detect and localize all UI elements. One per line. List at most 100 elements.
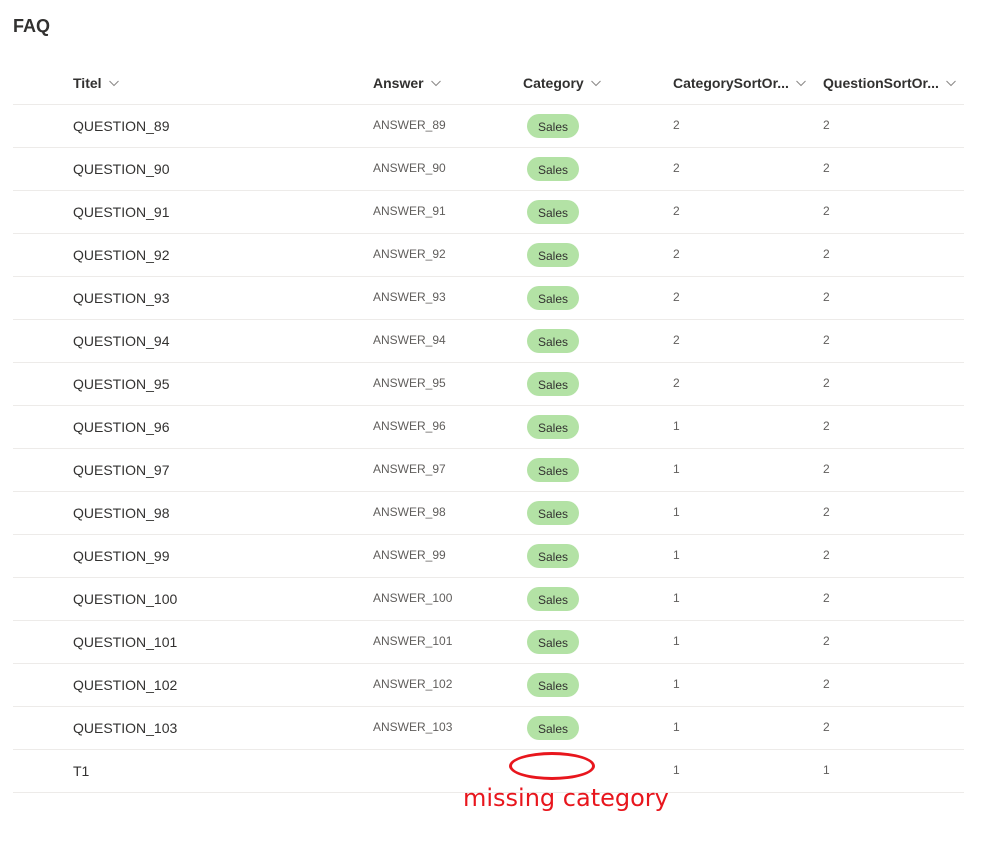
table-row[interactable]: QUESTION_89 ANSWER_89 Sales 2 2: [13, 105, 964, 148]
row-answer: ANSWER_99: [373, 548, 446, 562]
row-answer: ANSWER_94: [373, 333, 446, 347]
category-pill: Sales: [527, 716, 580, 740]
row-title[interactable]: QUESTION_101: [73, 621, 363, 663]
category-pill: Sales: [527, 544, 580, 568]
category-pill: Sales: [527, 243, 580, 267]
row-question-sort-order: 2: [823, 204, 830, 218]
row-answer: ANSWER_97: [373, 462, 446, 476]
row-title[interactable]: QUESTION_102: [73, 664, 363, 706]
table-row[interactable]: QUESTION_101 ANSWER_101 Sales 1 2: [13, 621, 964, 664]
row-answer: ANSWER_89: [373, 118, 446, 132]
column-header-label: Category: [523, 75, 584, 91]
row-category-sort-order: 2: [673, 290, 680, 304]
row-category-sort-order: 1: [673, 419, 680, 433]
column-header-question-sort-order[interactable]: QuestionSortOr...: [823, 62, 964, 104]
row-category: Sales: [523, 234, 663, 276]
row-category: Sales: [523, 105, 663, 147]
row-category: Sales: [523, 535, 663, 577]
row-title[interactable]: QUESTION_90: [73, 148, 363, 190]
table-row[interactable]: QUESTION_91 ANSWER_91 Sales 2 2: [13, 191, 964, 234]
category-pill: Sales: [527, 200, 580, 224]
row-title[interactable]: QUESTION_95: [73, 363, 363, 405]
row-question-sort-order: 2: [823, 290, 830, 304]
row-category-sort-order: 1: [673, 462, 680, 476]
row-answer: ANSWER_102: [373, 677, 453, 691]
table-row[interactable]: QUESTION_100 ANSWER_100 Sales 1 2: [13, 578, 964, 621]
table-row[interactable]: QUESTION_94 ANSWER_94 Sales 2 2: [13, 320, 964, 363]
row-answer: ANSWER_91: [373, 204, 446, 218]
row-title[interactable]: QUESTION_92: [73, 234, 363, 276]
row-category-sort-order: 1: [673, 505, 680, 519]
category-pill: Sales: [527, 501, 580, 525]
row-category-sort-order: 2: [673, 204, 680, 218]
column-header-label: CategorySortOr...: [673, 75, 789, 91]
table-row[interactable]: QUESTION_90 ANSWER_90 Sales 2 2: [13, 148, 964, 191]
row-question-sort-order: 2: [823, 591, 830, 605]
column-header-category[interactable]: Category: [523, 62, 663, 104]
row-category: Sales: [523, 320, 663, 362]
row-title[interactable]: QUESTION_103: [73, 707, 363, 749]
row-title[interactable]: QUESTION_97: [73, 449, 363, 491]
table-row[interactable]: QUESTION_103 ANSWER_103 Sales 1 2: [13, 707, 964, 750]
category-pill: Sales: [527, 329, 580, 353]
row-category-sort-order: 2: [673, 161, 680, 175]
row-question-sort-order: 2: [823, 419, 830, 433]
row-category-sort-order: 2: [673, 118, 680, 132]
column-header-answer[interactable]: Answer: [373, 62, 513, 104]
row-question-sort-order: 1: [823, 763, 830, 777]
row-answer: ANSWER_92: [373, 247, 446, 261]
column-header-category-sort-order[interactable]: CategorySortOr...: [673, 62, 813, 104]
row-category: Sales: [523, 664, 663, 706]
row-title[interactable]: QUESTION_96: [73, 406, 363, 448]
row-category: Sales: [523, 277, 663, 319]
row-title[interactable]: T1: [73, 750, 363, 792]
table-row[interactable]: QUESTION_98 ANSWER_98 Sales 1 2: [13, 492, 964, 535]
table-row[interactable]: QUESTION_99 ANSWER_99 Sales 1 2: [13, 535, 964, 578]
row-category: Sales: [523, 492, 663, 534]
column-header-title[interactable]: Titel: [73, 62, 363, 104]
table-row[interactable]: QUESTION_95 ANSWER_95 Sales 2 2: [13, 363, 964, 406]
category-pill: Sales: [527, 372, 580, 396]
list-header: Titel Answer Category CategorySortOr... …: [13, 62, 964, 105]
column-header-label: Answer: [373, 75, 424, 91]
row-answer: ANSWER_100: [373, 591, 453, 605]
row-question-sort-order: 2: [823, 118, 830, 132]
row-title[interactable]: QUESTION_91: [73, 191, 363, 233]
row-category-sort-order: 1: [673, 634, 680, 648]
column-header-label: Titel: [73, 75, 102, 91]
row-answer: ANSWER_90: [373, 161, 446, 175]
category-pill: Sales: [527, 157, 580, 181]
table-row[interactable]: QUESTION_93 ANSWER_93 Sales 2 2: [13, 277, 964, 320]
row-title[interactable]: QUESTION_100: [73, 578, 363, 620]
row-category: Sales: [523, 148, 663, 190]
row-question-sort-order: 2: [823, 634, 830, 648]
row-category: Sales: [523, 449, 663, 491]
row-category-sort-order: 1: [673, 548, 680, 562]
table-row[interactable]: QUESTION_96 ANSWER_96 Sales 1 2: [13, 406, 964, 449]
chevron-down-icon: [590, 80, 601, 87]
row-title[interactable]: QUESTION_98: [73, 492, 363, 534]
row-category-sort-order: 1: [673, 591, 680, 605]
row-answer: ANSWER_103: [373, 720, 453, 734]
chevron-down-icon: [108, 80, 119, 87]
list-body: QUESTION_89 ANSWER_89 Sales 2 2 QUESTION_90 AN…: [13, 105, 964, 793]
row-title[interactable]: QUESTION_99: [73, 535, 363, 577]
table-row[interactable]: QUESTION_92 ANSWER_92 Sales 2 2: [13, 234, 964, 277]
annotation-ellipse: [509, 752, 595, 780]
column-header-label: QuestionSortOr...: [823, 75, 939, 91]
category-pill: Sales: [527, 458, 580, 482]
category-pill: Sales: [527, 587, 580, 611]
row-title[interactable]: QUESTION_93: [73, 277, 363, 319]
chevron-down-icon: [796, 80, 806, 87]
row-title[interactable]: QUESTION_94: [73, 320, 363, 362]
row-category: Sales: [523, 707, 663, 749]
row-question-sort-order: 2: [823, 720, 830, 734]
row-answer: ANSWER_95: [373, 376, 446, 390]
row-answer: ANSWER_93: [373, 290, 446, 304]
row-category-sort-order: 1: [673, 720, 680, 734]
row-category-sort-order: 2: [673, 333, 680, 347]
row-category: Sales: [523, 578, 663, 620]
row-title[interactable]: QUESTION_89: [73, 105, 363, 147]
table-row[interactable]: QUESTION_102 ANSWER_102 Sales 1 2: [13, 664, 964, 707]
table-row[interactable]: QUESTION_97 ANSWER_97 Sales 1 2: [13, 449, 964, 492]
